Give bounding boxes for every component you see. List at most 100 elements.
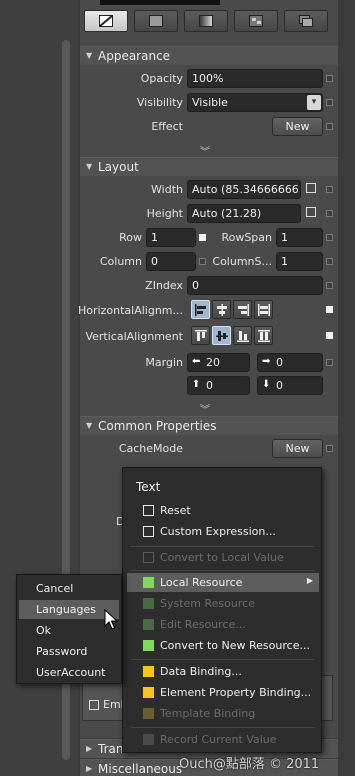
margin-left-input[interactable]: ⬅ 20: [187, 353, 250, 372]
system-resource-icon: [143, 598, 154, 609]
submenu-item-cancel[interactable]: Cancel: [19, 579, 119, 598]
mouse-pointer-icon: [104, 609, 118, 630]
visibility-property-marker[interactable]: [326, 99, 333, 106]
margin-right-value: 0: [276, 356, 283, 369]
menu-item-custom-expression[interactable]: Custom Expression...: [127, 522, 319, 541]
row-input[interactable]: 1: [146, 228, 196, 247]
menu-item-element-property-binding[interactable]: Element Property Binding...: [127, 683, 319, 702]
opacity-input[interactable]: 100%: [187, 69, 323, 88]
solid-brush-tab[interactable]: [134, 10, 178, 32]
menu-item-template-binding[interactable]: Template Binding: [127, 704, 319, 723]
auto-size-icon[interactable]: [306, 183, 316, 193]
resource-brush-tab[interactable]: [284, 10, 328, 32]
margin-bottom-input[interactable]: ⬇ 0: [257, 376, 323, 395]
effect-property-marker[interactable]: [326, 123, 333, 130]
property-context-menu: Text Reset Custom Expression... Convert …: [122, 467, 322, 753]
cachemode-new-button[interactable]: New: [272, 439, 323, 458]
collapse-triangle-icon: ▼: [86, 162, 93, 171]
menu-item-system-resource[interactable]: System Resource: [127, 594, 319, 613]
valign-center-button[interactable]: [212, 326, 231, 345]
opacity-property-marker[interactable]: [326, 75, 333, 82]
margin-top-value: 0: [206, 379, 213, 392]
common-properties-header[interactable]: ▼ Common Properties: [80, 417, 338, 435]
menu-item-label: Data Binding...: [160, 665, 242, 678]
menu-item-reset[interactable]: Reset: [127, 501, 319, 520]
menu-item-label: System Resource: [160, 597, 255, 610]
resource-brush-icon: [299, 15, 313, 27]
arrow-up-icon: ⬆: [192, 379, 201, 390]
effect-new-button[interactable]: New: [272, 117, 323, 136]
margin-label: Margin: [145, 356, 183, 369]
columnspan-input[interactable]: 1: [276, 252, 323, 271]
record-icon: [143, 734, 154, 745]
width-property-marker[interactable]: [326, 186, 333, 193]
height-label: Height: [146, 207, 183, 220]
margin-top-input[interactable]: ⬆ 0: [187, 376, 250, 395]
menu-item-convert-to-new-resource[interactable]: Convert to New Resource...: [127, 636, 319, 655]
cachemode-property-marker[interactable]: [326, 445, 333, 452]
submenu-item-password[interactable]: Password: [19, 642, 119, 661]
menu-item-label: Convert to Local Value: [160, 551, 284, 564]
submenu-item-label: Languages: [36, 603, 97, 616]
column-label: Column: [99, 255, 142, 268]
margin-right-input[interactable]: ➡ 0: [257, 353, 323, 372]
submenu-item-useraccount[interactable]: UserAccount: [19, 663, 119, 682]
menu-item-data-binding[interactable]: Data Binding...: [127, 662, 319, 681]
menu-separator: [131, 546, 315, 547]
menu-item-edit-resource[interactable]: Edit Resource...: [127, 615, 319, 634]
menu-item-label: Record Current Value: [160, 733, 277, 746]
context-menu-header: Text: [136, 480, 161, 494]
no-brush-tab[interactable]: [84, 10, 128, 32]
width-input[interactable]: Auto (85.34666666...: [187, 180, 301, 199]
height-input[interactable]: Auto (21.28): [187, 204, 301, 223]
menu-item-convert-to-local-value[interactable]: Convert to Local Value: [127, 548, 319, 567]
new-resource-icon: [143, 640, 154, 651]
submenu-item-label: Password: [36, 645, 88, 658]
menu-item-local-resource[interactable]: Local Resource ▶: [127, 573, 319, 592]
halign-stretch-button[interactable]: [254, 300, 273, 319]
gradient-brush-tab[interactable]: [184, 10, 228, 32]
row-label: Row: [119, 231, 142, 244]
template-binding-icon: [143, 708, 154, 719]
margin-property-marker[interactable]: [326, 359, 333, 366]
rowspan-input[interactable]: 1: [276, 228, 323, 247]
halign-left-button[interactable]: [191, 300, 210, 319]
expand-chevron-icon[interactable]: ︾: [200, 401, 210, 416]
embed-checkbox[interactable]: [89, 700, 99, 710]
column-input[interactable]: 0: [146, 252, 196, 271]
arrow-down-icon: ⬇: [262, 379, 271, 390]
columnspan-label: ColumnS...: [212, 255, 272, 268]
collapse-triangle-icon: ▼: [86, 51, 93, 60]
margin-bottom-value: 0: [276, 379, 283, 392]
align-top-icon: [195, 330, 207, 341]
element-binding-icon: [143, 687, 154, 698]
rowspan-property-marker[interactable]: [326, 234, 333, 241]
tile-brush-tab[interactable]: [234, 10, 278, 32]
arrow-left-icon: ⬅: [192, 356, 201, 367]
expand-chevron-icon[interactable]: ︾: [200, 143, 210, 158]
columnspan-property-marker[interactable]: [326, 258, 333, 265]
width-label: Width: [151, 183, 183, 196]
halign-property-marker[interactable]: [326, 306, 333, 313]
row-property-marker[interactable]: [199, 234, 206, 241]
horizontal-alignment-label: HorizontalAlignm...: [78, 304, 183, 317]
auto-size-icon[interactable]: [306, 207, 316, 217]
column-property-marker[interactable]: [199, 258, 206, 265]
zindex-label: ZIndex: [145, 279, 183, 292]
appearance-header[interactable]: ▼ Appearance: [80, 47, 338, 65]
menu-item-label: Convert to New Resource...: [160, 639, 310, 652]
menu-item-record-current-value[interactable]: Record Current Value: [127, 730, 319, 749]
valign-stretch-button[interactable]: [254, 326, 273, 345]
halign-right-button[interactable]: [233, 300, 252, 319]
solid-brush-icon: [149, 15, 163, 27]
zindex-property-marker[interactable]: [326, 282, 333, 289]
layout-header[interactable]: ▼ Layout: [80, 158, 338, 176]
menu-separator: [131, 659, 315, 660]
zindex-input[interactable]: 0: [187, 276, 323, 295]
valign-top-button[interactable]: [191, 326, 210, 345]
height-property-marker[interactable]: [326, 210, 333, 217]
valign-property-marker[interactable]: [326, 332, 333, 339]
valign-bottom-button[interactable]: [233, 326, 252, 345]
halign-center-button[interactable]: [212, 300, 231, 319]
visibility-select[interactable]: Visible ▾: [187, 93, 323, 112]
